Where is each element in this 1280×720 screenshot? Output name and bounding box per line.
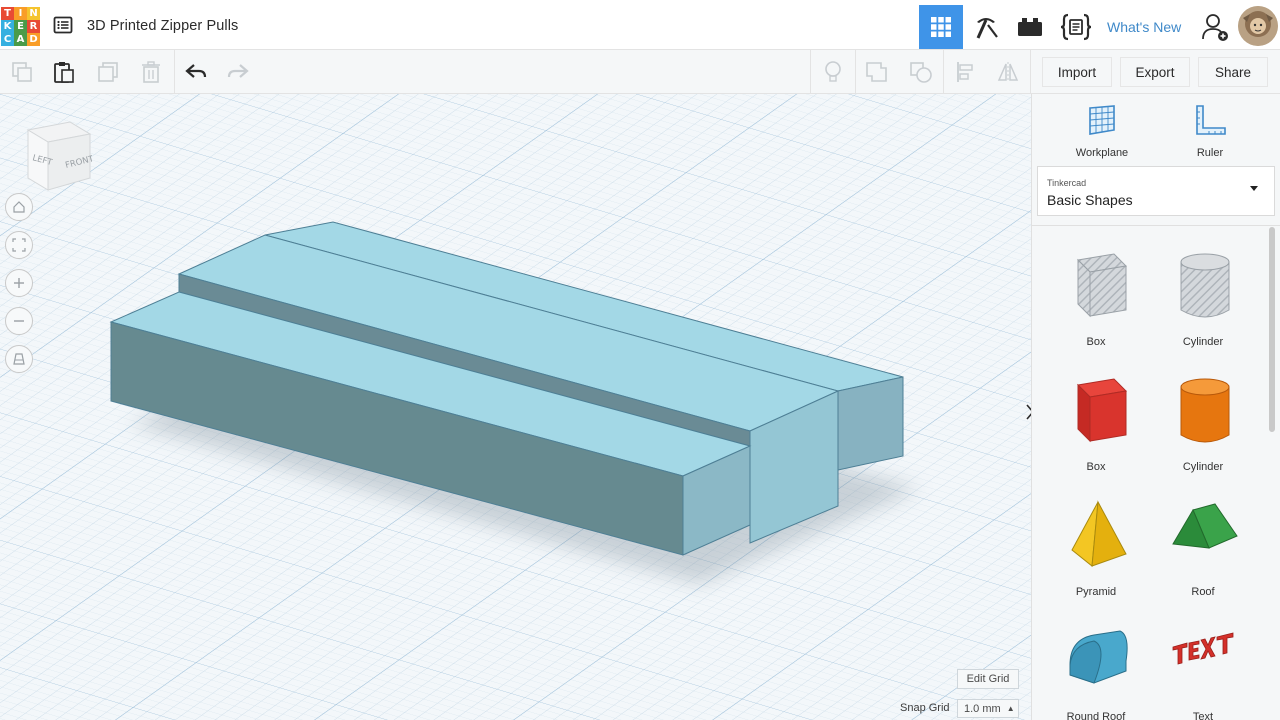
shape-tile-roof[interactable]: Roof (1153, 478, 1253, 598)
duplicate-icon[interactable] (94, 58, 122, 86)
shape-tile-round-roof[interactable]: Round Roof (1046, 603, 1146, 720)
shape-library-select[interactable]: Tinkercad Basic Shapes (1037, 166, 1275, 216)
snap-grid-value: 1.0 mm (964, 702, 1001, 715)
logo-letter: N (27, 7, 40, 20)
minus-icon (14, 320, 24, 322)
logo-letter: A (14, 33, 27, 46)
3d-view-button[interactable] (919, 5, 963, 49)
add-user-icon[interactable] (1193, 5, 1237, 49)
shape-tile-cylinder[interactable]: Cylinder (1153, 353, 1253, 473)
shape-tile-box-hole[interactable]: Box (1046, 228, 1146, 348)
whats-new-link[interactable]: What's New (1107, 19, 1181, 35)
edit-toolbar: Import Export Share (0, 50, 1280, 94)
shape-label: Box (1086, 336, 1106, 348)
shape-label: Cylinder (1182, 336, 1224, 348)
roof-icon (1172, 503, 1238, 549)
edit-grid-button[interactable]: Edit Grid (957, 669, 1019, 689)
shape-label: Round Roof (1066, 711, 1126, 720)
panel-divider (1032, 225, 1280, 226)
zoom-out-button[interactable] (5, 307, 33, 335)
cylinder-icon (1180, 378, 1230, 443)
logo-letter: D (27, 33, 40, 46)
shape-tile-pyramid[interactable]: Pyramid (1046, 478, 1146, 598)
shape-label: Text (1192, 711, 1214, 720)
perspective-button[interactable] (5, 345, 33, 373)
shapes-panel: Workplane Ruler Tinkercad Basic Shapes B… (1031, 94, 1280, 720)
codeblocks-icon[interactable] (1054, 5, 1098, 49)
ruler-label: Ruler (1196, 147, 1224, 159)
plus-icon (14, 278, 24, 288)
align-icon[interactable] (952, 58, 980, 86)
library-category-label: Tinkercad (1047, 178, 1087, 188)
share-button[interactable]: Share (1198, 57, 1268, 87)
export-button[interactable]: Export (1120, 57, 1190, 87)
shape-label: Roof (1191, 586, 1215, 598)
copy-icon[interactable] (8, 58, 36, 86)
snap-grid-label: Snap Grid (900, 702, 950, 714)
caret-up-icon: ▲ (1006, 704, 1015, 713)
shapes-scrollbar[interactable] (1269, 227, 1275, 432)
fit-view-button[interactable] (5, 231, 33, 259)
grid-icon (931, 17, 951, 37)
paste-icon[interactable] (50, 58, 78, 86)
group-icon[interactable] (863, 58, 891, 86)
mirror-icon[interactable] (994, 58, 1022, 86)
logo-letter: K (1, 20, 14, 33)
toolbar-divider (810, 50, 811, 94)
shape-label: Pyramid (1075, 586, 1117, 598)
library-selected-value: Basic Shapes (1047, 192, 1133, 208)
text-shape-icon (1172, 632, 1234, 665)
workplane-icon (1089, 105, 1115, 135)
shape-tile-box[interactable]: Box (1046, 353, 1146, 473)
round-roof-icon (1069, 630, 1128, 684)
shape-tile-cylinder-hole[interactable]: Cylinder (1153, 228, 1253, 348)
design-title[interactable]: 3D Printed Zipper Pulls (87, 18, 238, 34)
home-view-button[interactable] (5, 193, 33, 221)
lightbulb-icon[interactable] (819, 58, 847, 86)
design-list-icon[interactable] (53, 15, 73, 35)
bricks-icon[interactable] (1008, 5, 1052, 49)
home-icon (13, 201, 25, 213)
shape-tile-text[interactable]: Text (1153, 603, 1253, 720)
toolbar-divider (855, 50, 856, 94)
fit-icon (12, 238, 26, 252)
logo-letter: C (1, 33, 14, 46)
trash-icon[interactable] (137, 58, 165, 86)
ungroup-icon[interactable] (907, 58, 935, 86)
avatar[interactable] (1238, 6, 1278, 46)
workplane-grid (0, 94, 1031, 720)
toolbar-divider (1030, 50, 1031, 94)
toolbar-divider (943, 50, 944, 94)
top-bar: T I N K E R C A D 3D Printed Zipper Pull… (0, 0, 1280, 50)
workplane-label: Workplane (1075, 147, 1129, 159)
ruler-tool[interactable]: Ruler (1170, 104, 1250, 159)
logo-letter: R (27, 20, 40, 33)
shape-label: Cylinder (1182, 461, 1224, 473)
view-cube[interactable]: LEFT FRONT (20, 120, 96, 192)
toolbar-divider (174, 50, 175, 94)
ruler-icon (1196, 105, 1226, 135)
logo-letter: T (1, 7, 14, 20)
import-button[interactable]: Import (1042, 57, 1112, 87)
perspective-icon (13, 353, 25, 365)
snap-grid-select[interactable]: 1.0 mm ▲ (957, 699, 1019, 718)
logo-letter: I (14, 7, 27, 20)
undo-icon[interactable] (182, 58, 210, 86)
pickaxe-icon[interactable] (964, 5, 1008, 49)
redo-icon[interactable] (224, 58, 252, 86)
box-icon (1076, 378, 1128, 443)
cylinder-hole-icon (1180, 253, 1230, 318)
pyramid-icon (1071, 500, 1127, 567)
workplane-tool[interactable]: Workplane (1062, 104, 1142, 159)
shape-label: Box (1086, 461, 1106, 473)
tinkercad-logo[interactable]: T I N K E R C A D (1, 7, 41, 47)
zoom-in-button[interactable] (5, 269, 33, 297)
caret-down-icon (1250, 186, 1258, 191)
workplane-canvas[interactable]: LEFT FRONT (0, 94, 1031, 720)
box-hole-icon (1076, 253, 1128, 318)
logo-letter: E (14, 20, 27, 33)
